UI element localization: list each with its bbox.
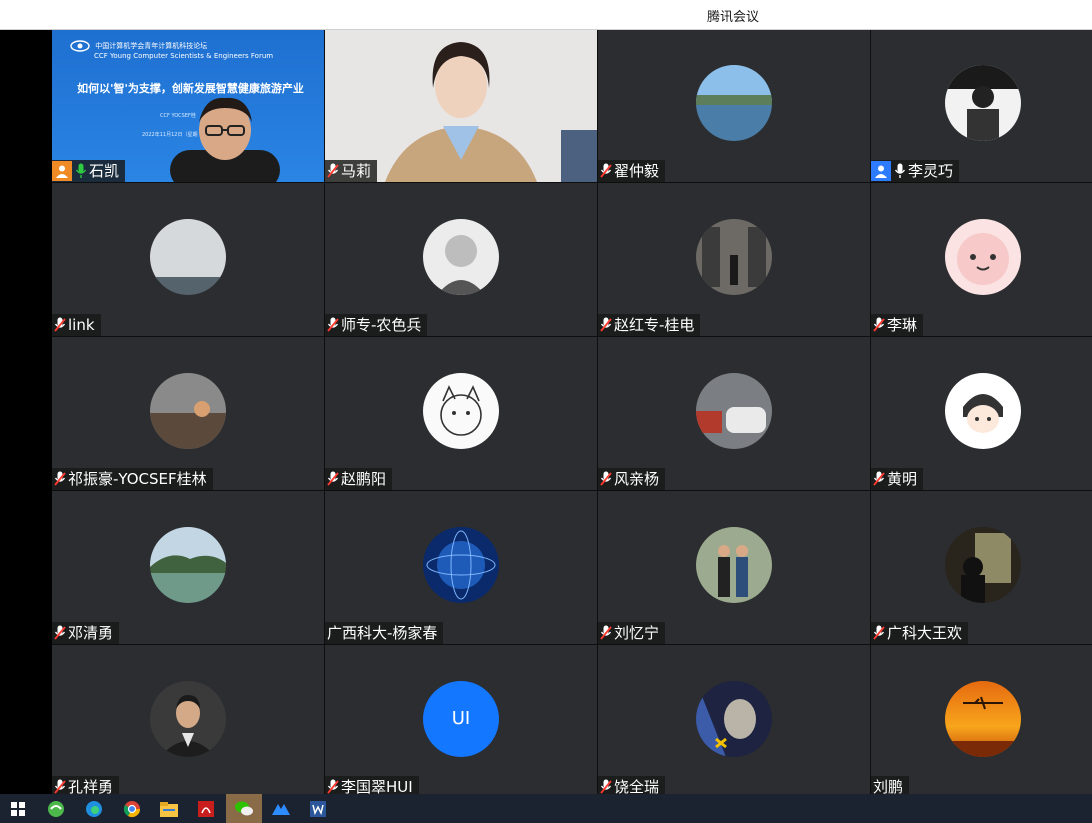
participant-tile-huangming[interactable]: 黄明 <box>871 337 1092 490</box>
wechat-icon[interactable] <box>226 794 262 823</box>
mic-muted-icon <box>54 625 66 640</box>
participant-name-label: 马莉 <box>325 160 378 182</box>
mic-muted-icon <box>600 625 612 640</box>
participant-tile-lilingqiao[interactable]: 李灵巧 <box>871 30 1092 182</box>
avatar-image <box>696 218 772 295</box>
file-explorer-icon[interactable] <box>157 797 181 821</box>
participant-name-label: 翟仲毅 <box>598 160 666 182</box>
participant-tile-shikai[interactable]: 中国计算机学会青年计算机科技论坛 CCF Young Computer Scie… <box>52 30 324 182</box>
mic-on-icon <box>894 163 906 178</box>
avatar-image <box>945 65 1021 141</box>
participant-name-label: 邓清勇 <box>52 622 120 644</box>
participant-name-label: 赵鹏阳 <box>325 468 393 490</box>
participant-name-label: 广西科大-杨家春 <box>325 622 444 644</box>
avatar-image <box>945 680 1021 757</box>
participant-name-label: 赵红专-桂电 <box>598 314 701 336</box>
cohost-icon <box>871 161 891 181</box>
mic-on-icon <box>75 163 87 178</box>
avatar-image <box>423 526 499 603</box>
participant-name-label: 刘忆宁 <box>598 622 666 644</box>
avatar-initials: UI <box>423 680 499 757</box>
avatar-image <box>696 526 772 603</box>
participant-name-label: 李琳 <box>871 314 924 336</box>
host-icon <box>52 161 72 181</box>
mic-muted-icon <box>327 163 339 178</box>
participant-tile-kong[interactable]: 孔祥勇 <box>52 645 324 798</box>
mic-muted-icon <box>54 779 66 794</box>
mic-muted-icon <box>600 471 612 486</box>
tencent-meeting-icon[interactable] <box>269 797 293 821</box>
participant-name-label: 石凯 <box>52 160 126 182</box>
windows-taskbar <box>0 794 1092 823</box>
participant-name-label: 李灵巧 <box>871 160 960 182</box>
participant-name-label: 祁振豪-YOCSEF桂林 <box>52 468 213 490</box>
participant-tile-yang[interactable]: 广西科大-杨家春 <box>325 491 597 644</box>
mic-muted-icon <box>54 471 66 486</box>
participant-name-label: 风亲杨 <box>598 468 666 490</box>
participant-tile-lilin[interactable]: 李琳 <box>871 183 1092 336</box>
avatar-image <box>150 526 226 603</box>
mic-muted-icon <box>600 317 612 332</box>
avatar-image <box>696 65 772 141</box>
mic-muted-icon <box>600 163 612 178</box>
participant-tile-liguocui[interactable]: UI 李国翠HUI <box>325 645 597 798</box>
participant-tile-zhaopengyang[interactable]: 赵鹏阳 <box>325 337 597 490</box>
avatar-image <box>150 372 226 449</box>
avatar-image <box>696 372 772 449</box>
participant-tile-zhaohong[interactable]: 赵红专-桂电 <box>598 183 870 336</box>
participant-tile-wanghuan[interactable]: 广科大王欢 <box>871 491 1092 644</box>
participant-tile-liupeng[interactable]: 刘鹏 <box>871 645 1092 798</box>
participant-tile-mali[interactable]: 马莉 <box>325 30 597 182</box>
window-titlebar: 腾讯会议 <box>0 0 1092 30</box>
participant-tile-link[interactable]: link <box>52 183 324 336</box>
mic-muted-icon <box>327 779 339 794</box>
left-sidebar <box>0 30 52 794</box>
mic-muted-icon <box>600 779 612 794</box>
shared-screen-org: 中国计算机学会青年计算机科技论坛 CCF Young Computer Scie… <box>70 40 273 61</box>
presenter-video <box>170 97 280 182</box>
participant-tile-qi[interactable]: 祁振豪-YOCSEF桂林 <box>52 337 324 490</box>
avatar-image <box>696 680 772 757</box>
participant-tile-nong[interactable]: 师专-农色兵 <box>325 183 597 336</box>
mic-muted-icon <box>873 317 885 332</box>
avatar-image <box>150 680 226 757</box>
pdf-reader-icon[interactable] <box>194 797 218 821</box>
avatar-image <box>423 218 499 295</box>
participant-tile-deng[interactable]: 邓清勇 <box>52 491 324 644</box>
participant-tile-liuyining[interactable]: 刘忆宁 <box>598 491 870 644</box>
avatar-image <box>945 372 1021 449</box>
mic-muted-icon <box>327 317 339 332</box>
edge-browser-icon[interactable] <box>82 797 106 821</box>
participant-tile-rao[interactable]: 饶全瑞 <box>598 645 870 798</box>
avatar-image <box>945 218 1021 295</box>
participant-name-label: 广科大王欢 <box>871 622 969 644</box>
participant-name-label: link <box>52 314 101 336</box>
browser-360-icon[interactable] <box>44 797 68 821</box>
mic-muted-icon <box>327 471 339 486</box>
chrome-browser-icon[interactable] <box>120 797 144 821</box>
avatar-image <box>423 372 499 449</box>
mic-muted-icon <box>54 317 66 332</box>
participant-name-label: 黄明 <box>871 468 924 490</box>
participant-grid: 中国计算机学会青年计算机科技论坛 CCF Young Computer Scie… <box>52 30 1092 798</box>
ccf-logo-icon <box>70 40 90 52</box>
mic-muted-icon <box>873 625 885 640</box>
window-title: 腾讯会议 <box>707 10 760 25</box>
participant-tile-zhai[interactable]: 翟仲毅 <box>598 30 870 182</box>
avatar-image <box>945 526 1021 603</box>
participant-tile-feng[interactable]: 风亲杨 <box>598 337 870 490</box>
windows-start-icon[interactable] <box>6 797 30 821</box>
word-document-icon[interactable] <box>306 797 330 821</box>
participant-name-label: 师专-农色兵 <box>325 314 428 336</box>
avatar-image <box>150 218 226 295</box>
mic-muted-icon <box>873 471 885 486</box>
